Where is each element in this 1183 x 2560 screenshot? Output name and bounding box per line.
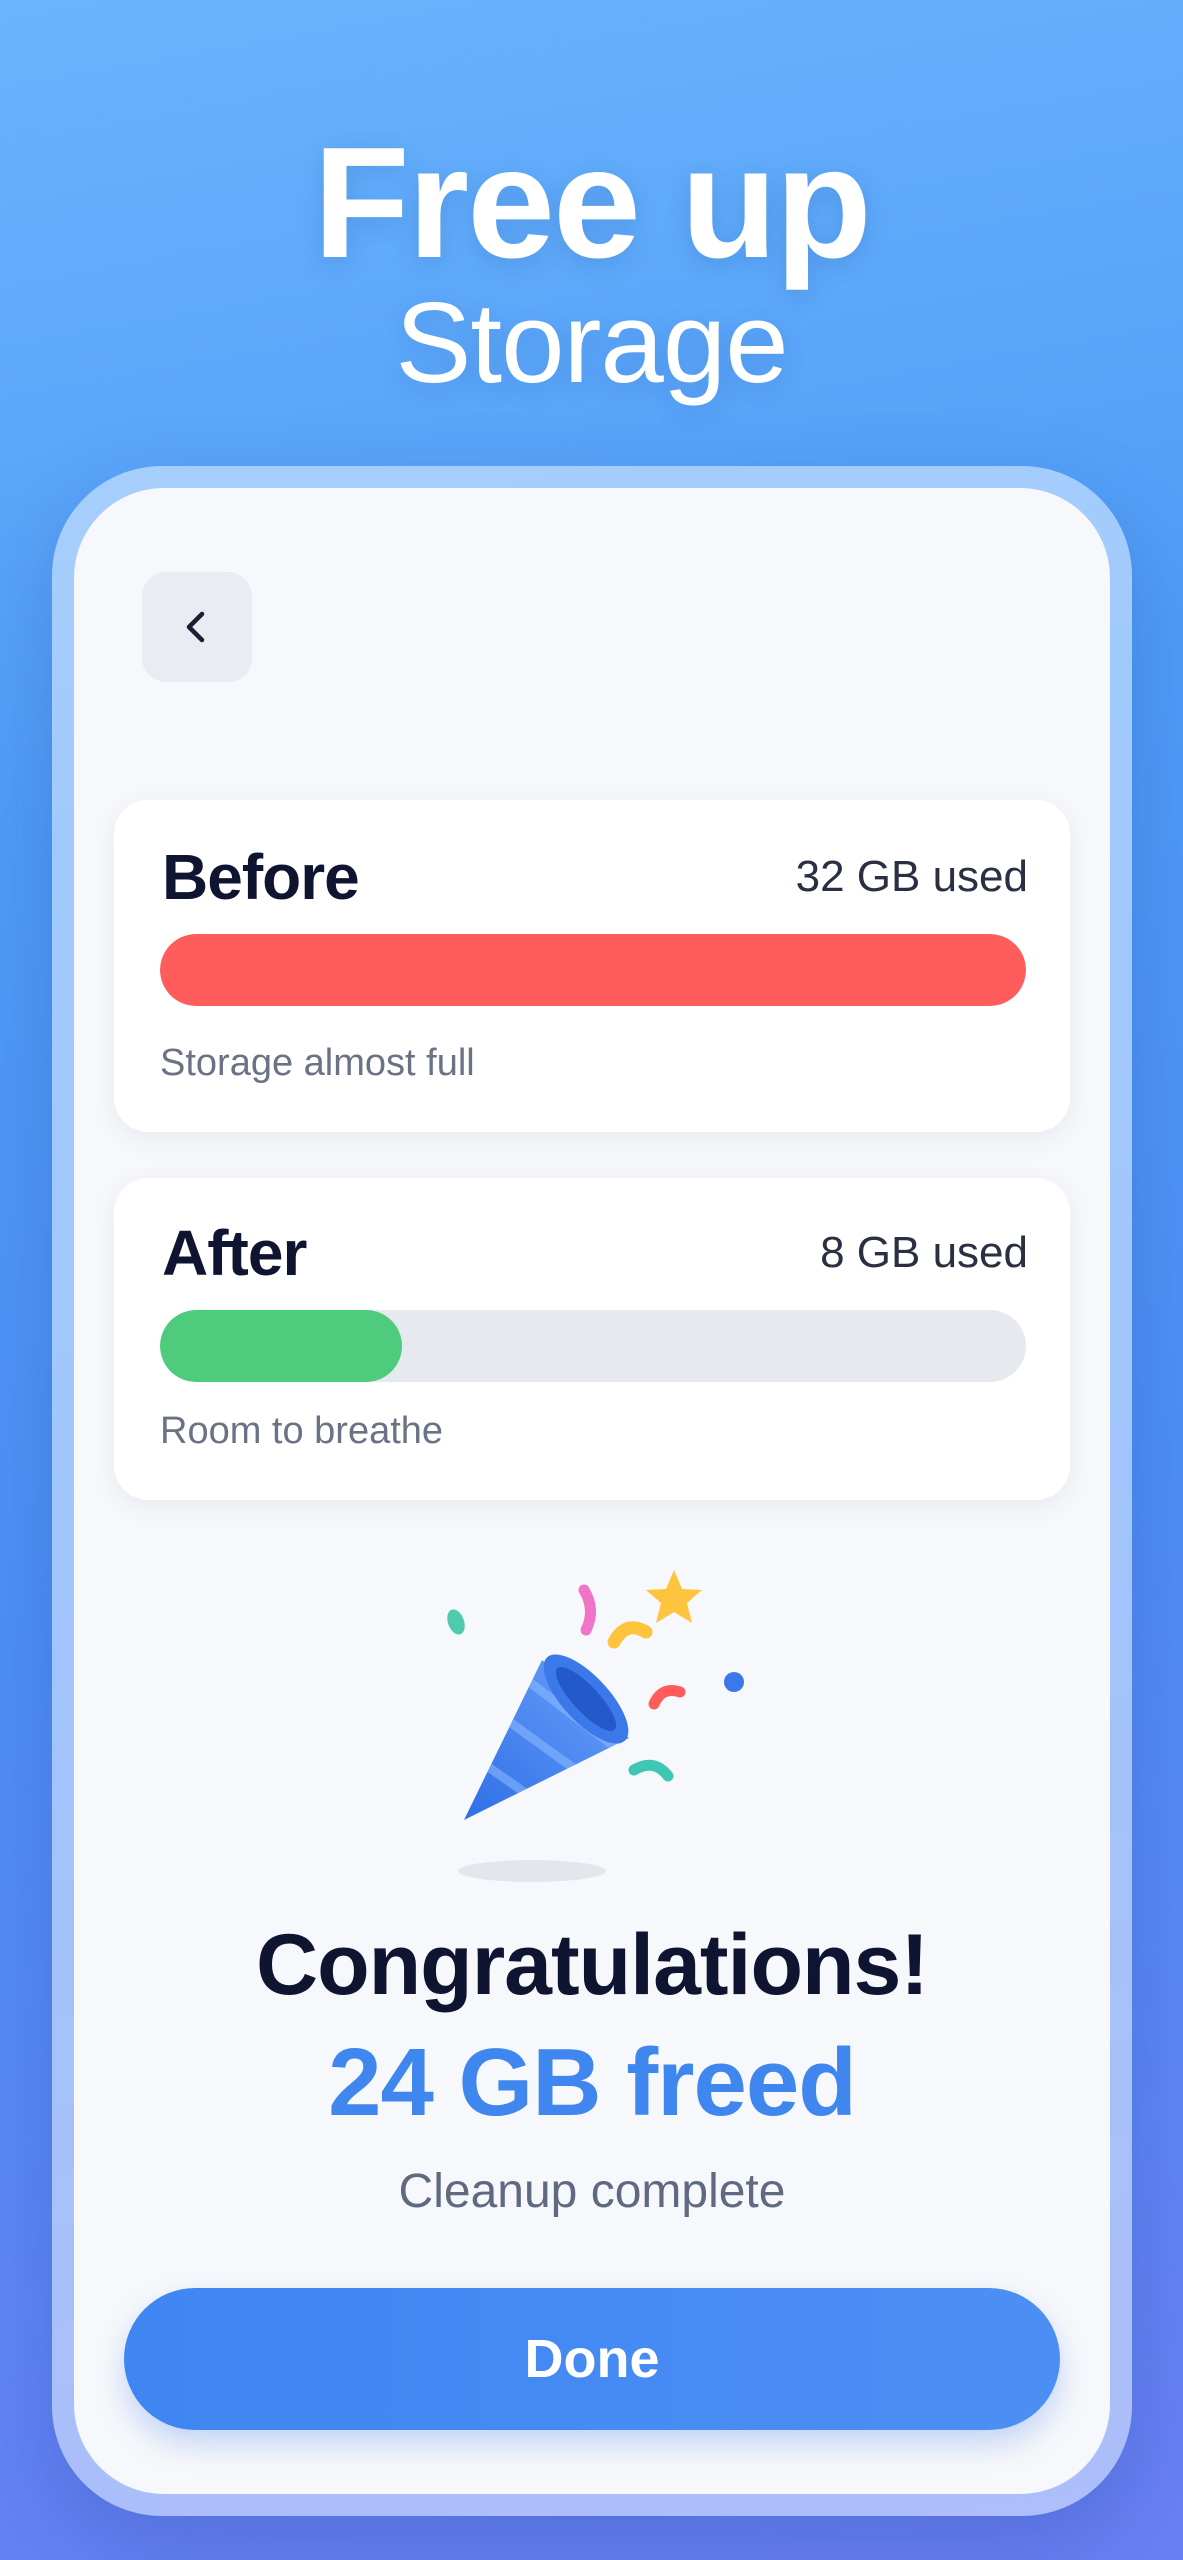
freed-amount: 24 GB freed [328, 2029, 857, 2136]
cleanup-status: Cleanup complete [398, 2165, 786, 2218]
done-button[interactable]: Done [124, 2288, 1060, 2430]
phone-frame: Before 32 GB used Storage almost full Af… [52, 466, 1132, 2516]
back-button[interactable] [142, 572, 252, 682]
party-popper-icon [447, 1570, 744, 1882]
before-caption: Storage almost full [160, 1042, 475, 1084]
after-storage-bar [160, 1310, 1026, 1382]
before-card: Before 32 GB used Storage almost full [114, 800, 1070, 1132]
congratulations-title: Congratulations! [256, 1917, 929, 2013]
promo-subtitle: Storage [395, 280, 788, 407]
after-label: After [162, 1217, 307, 1289]
chevron-left-icon [186, 611, 205, 643]
after-card: After 8 GB used Room to breathe [114, 1178, 1070, 1500]
before-storage-bar-fill [160, 934, 1026, 1006]
after-caption: Room to breathe [160, 1410, 444, 1452]
phone-screen: Before 32 GB used Storage almost full Af… [74, 488, 1110, 2494]
before-usage: 32 GB used [795, 852, 1028, 901]
after-usage: 8 GB used [820, 1228, 1028, 1277]
after-storage-bar-fill [160, 1310, 403, 1382]
promo-title: Free up [313, 115, 872, 291]
before-storage-bar [160, 934, 1026, 1006]
before-label: Before [162, 841, 360, 913]
